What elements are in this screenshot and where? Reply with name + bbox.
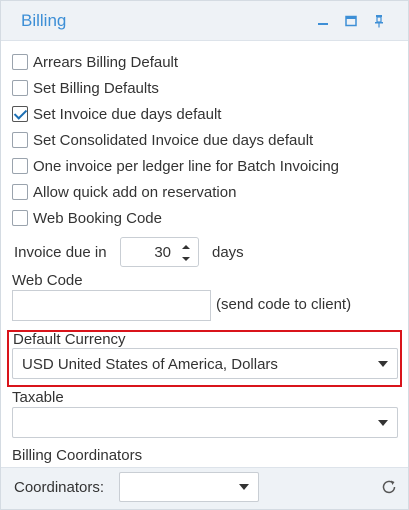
checkbox-arrears-billing-default[interactable]: Arrears Billing Default	[12, 52, 178, 72]
checkbox-label: Arrears Billing Default	[33, 53, 179, 71]
default-currency-select[interactable]: USD United States of America, Dollars	[12, 348, 398, 379]
checkbox-box[interactable]	[12, 184, 28, 200]
checkbox-set-consolidated-invoice-due-days-default[interactable]: Set Consolidated Invoice due days defaul…	[12, 130, 313, 150]
stepper-up-icon[interactable]	[179, 242, 193, 252]
coordinators-select[interactable]	[119, 472, 259, 502]
invoice-due-value[interactable]: 30	[121, 244, 171, 261]
stepper-down-icon[interactable]	[179, 254, 193, 264]
caret-down-icon[interactable]	[369, 408, 397, 437]
refresh-icon[interactable]	[380, 478, 398, 496]
checkbox-box[interactable]	[12, 54, 28, 70]
checkbox-label: Set Billing Defaults	[33, 79, 159, 97]
web-code-label: Web Code	[12, 272, 83, 289]
invoice-due-label: Invoice due in	[14, 244, 107, 261]
taxable-select[interactable]	[12, 407, 398, 438]
checkbox-one-invoice-per-ledger-line[interactable]: One invoice per ledger line for Batch In…	[12, 156, 339, 176]
checkbox-label: Set Invoice due days default	[33, 105, 222, 123]
maximize-icon[interactable]	[343, 13, 359, 29]
checkbox-label: Web Booking Code	[33, 209, 162, 227]
checkbox-label: Allow quick add on reservation	[33, 183, 237, 201]
pin-icon[interactable]	[371, 13, 387, 29]
checkbox-web-booking-code[interactable]: Web Booking Code	[12, 208, 162, 228]
default-currency-label: Default Currency	[13, 331, 126, 348]
invoice-due-unit: days	[212, 244, 244, 261]
caret-down-icon[interactable]	[369, 349, 397, 378]
web-code-hint: (send code to client)	[216, 296, 352, 313]
caret-down-icon[interactable]	[230, 473, 258, 501]
taxable-label: Taxable	[12, 389, 64, 406]
checkbox-box[interactable]	[12, 132, 28, 148]
checkbox-allow-quick-add[interactable]: Allow quick add on reservation	[12, 182, 236, 202]
checkbox-box[interactable]	[12, 210, 28, 226]
checkbox-label: Set Consolidated Invoice due days defaul…	[33, 131, 314, 149]
minimize-icon[interactable]	[315, 13, 331, 29]
coordinators-label: Coordinators:	[14, 479, 105, 496]
checkbox-label: One invoice per ledger line for Batch In…	[33, 157, 340, 175]
default-currency-selected: USD United States of America, Dollars	[22, 356, 278, 373]
checkbox-set-billing-defaults[interactable]: Set Billing Defaults	[12, 78, 159, 98]
checkbox-set-invoice-due-days-default[interactable]: Set Invoice due days default	[12, 104, 221, 124]
panel-header: Billing	[1, 1, 408, 41]
checkbox-box-checked[interactable]	[12, 106, 28, 122]
panel-title: Billing	[21, 11, 67, 30]
web-code-input[interactable]	[12, 290, 211, 321]
billing-coordinators-heading: Billing Coordinators	[12, 447, 143, 464]
checkbox-box[interactable]	[12, 80, 28, 96]
checkbox-box[interactable]	[12, 158, 28, 174]
invoice-due-stepper[interactable]: 30	[120, 237, 199, 267]
